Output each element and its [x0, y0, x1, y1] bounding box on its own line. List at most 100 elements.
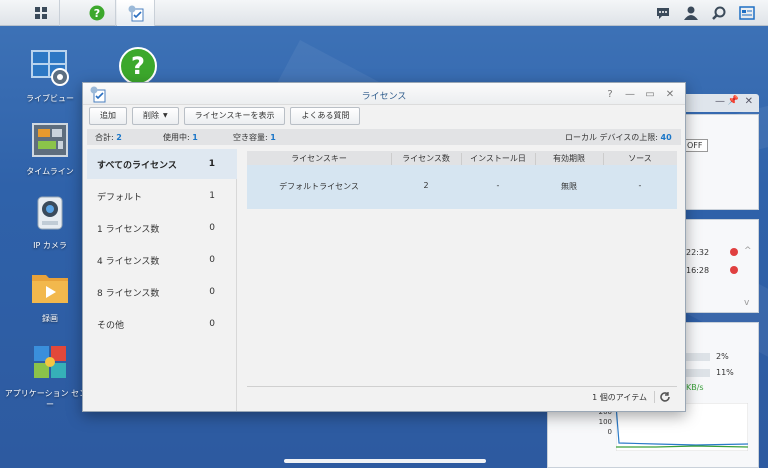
- faq-label: よくある質問: [301, 111, 350, 120]
- category-8-license[interactable]: 8 ライセンス数 0: [87, 277, 237, 307]
- category-label: すべてのライセンス: [97, 160, 177, 171]
- recording-icon: [32, 275, 68, 303]
- total-value: 2: [116, 133, 122, 142]
- category-label: デフォルト: [97, 192, 143, 203]
- desktop-icon-timeline[interactable]: タイムライン: [10, 118, 90, 177]
- in-use-count: 使用中: 1: [163, 132, 198, 143]
- widgets-icon[interactable]: [738, 4, 756, 22]
- category-4-license[interactable]: 4 ライセンス数 0: [87, 245, 237, 275]
- chevron-down-icon[interactable]: v: [744, 298, 749, 308]
- total-label: 合計:: [95, 133, 114, 142]
- column-header[interactable]: ライセンス数: [391, 153, 461, 164]
- help-icon: ?: [119, 47, 157, 85]
- help-button[interactable]: ?: [603, 87, 617, 101]
- category-label: 8 ライセンス数: [97, 288, 160, 299]
- category-count: 1: [208, 159, 215, 169]
- show-key-label: ライセンスキーを表示: [194, 111, 275, 120]
- toolbar: 追加 削除 ▼ ライセンスキーを表示 よくある質問: [89, 107, 361, 125]
- desktop-icon-ip-camera[interactable]: IP カメラ: [10, 192, 90, 251]
- category-count: 0: [209, 287, 215, 297]
- cell-license-key: デフォルトライセンス: [279, 182, 359, 191]
- ip-camera-icon: [37, 196, 63, 230]
- license-window: ライセンス ? — ▭ ✕ 追加 削除 ▼ ライセンスキーを表示 よくある質問 合…: [82, 82, 686, 412]
- delete-button[interactable]: 削除 ▼: [132, 107, 179, 125]
- desktop-icon-app-center[interactable]: アプリケーション センター: [5, 340, 95, 410]
- event-time: 22:32: [686, 248, 710, 257]
- device-limit: ローカル デバイスの上限: 40: [565, 132, 672, 143]
- minimize-button[interactable]: —: [623, 87, 637, 101]
- cell-license-count: 2: [423, 181, 429, 190]
- desktop-icon-label: IP カメラ: [33, 241, 67, 250]
- license-taskbar-button[interactable]: [117, 0, 155, 26]
- help-taskbar-button[interactable]: ?: [78, 0, 116, 26]
- event-time: 16:28: [686, 266, 710, 275]
- free-label: 空き容量:: [233, 133, 268, 142]
- close-icon[interactable]: ✕: [745, 96, 753, 107]
- desktop-icon-label: 録画: [42, 314, 58, 323]
- column-header[interactable]: ライセンスキー: [247, 153, 391, 164]
- tick-label: 100: [598, 418, 612, 426]
- desktop-icon-live-view[interactable]: ライブビュー: [10, 45, 90, 104]
- column-header[interactable]: インストール日: [461, 153, 535, 164]
- help-icon: ?: [89, 5, 104, 21]
- category-label: 4 ライセンス数: [97, 256, 160, 267]
- cell-install-date: -: [496, 181, 500, 190]
- refresh-icon[interactable]: [659, 391, 671, 403]
- apps-grid-icon: [34, 7, 47, 19]
- minus-icon[interactable]: —: [715, 96, 725, 107]
- show-license-key-button[interactable]: ライセンスキーを表示: [183, 107, 286, 125]
- pin-icon[interactable]: 📌: [728, 96, 739, 106]
- category-1-license[interactable]: 1 ライセンス数 0: [87, 213, 237, 243]
- chat-icon[interactable]: [654, 4, 672, 22]
- user-icon[interactable]: [682, 4, 700, 22]
- cpu-percent: 2%: [716, 352, 729, 361]
- chevron-up-icon[interactable]: ^: [744, 246, 752, 256]
- add-label: 追加: [100, 111, 116, 120]
- total-count: 合計: 2: [95, 132, 122, 143]
- desktop-icon-recording[interactable]: 録画: [10, 265, 90, 324]
- in-use-label: 使用中:: [163, 133, 190, 142]
- error-icon: [730, 266, 738, 274]
- license-table: ライセンスキー ライセンス数 インストール日 有効期限 ソース デフォルトライセ…: [243, 149, 679, 411]
- limit-value: 40: [660, 133, 672, 142]
- item-count: 1 個のアイテム: [592, 393, 647, 402]
- free-value: 1: [270, 133, 276, 142]
- close-button[interactable]: ✕: [663, 87, 677, 101]
- maximize-button[interactable]: ▭: [643, 87, 657, 101]
- table-footer: 1 個のアイテム: [247, 386, 677, 406]
- svg-text:?: ?: [93, 7, 99, 20]
- error-icon: [730, 248, 738, 256]
- network-unit: KB/s: [686, 383, 704, 392]
- caret-down-icon: ▼: [163, 112, 168, 119]
- desktop-icon-label: ライブビュー: [26, 94, 74, 103]
- category-label: その他: [97, 320, 125, 331]
- license-category-list: すべてのライセンス 1 デフォルト 1 1 ライセンス数 0 4 ライセンス数 0 8 …: [87, 149, 237, 411]
- free-count: 空き容量: 1: [233, 132, 276, 143]
- table-row[interactable]: デフォルトライセンス 2 - 無限 -: [247, 165, 677, 209]
- cell-expiry: 無限: [561, 182, 577, 191]
- license-icon: [128, 5, 143, 22]
- column-header[interactable]: 有効期限: [535, 153, 603, 164]
- memory-bar: [686, 369, 710, 377]
- faq-button[interactable]: よくある質問: [290, 107, 361, 125]
- search-icon[interactable]: [710, 4, 728, 22]
- memory-percent: 11%: [716, 368, 734, 377]
- home-indicator: [284, 459, 486, 463]
- table-header: ライセンスキー ライセンス数 インストール日 有効期限 ソース: [247, 151, 677, 167]
- category-all-licenses[interactable]: すべてのライセンス 1: [87, 149, 237, 179]
- category-label: 1 ライセンス数: [97, 224, 160, 235]
- column-header[interactable]: ソース: [603, 153, 677, 164]
- cpu-bar: [686, 353, 710, 361]
- category-count: 1: [209, 191, 215, 201]
- in-use-value: 1: [192, 133, 198, 142]
- category-other[interactable]: その他 0: [87, 309, 237, 339]
- category-default[interactable]: デフォルト 1: [87, 181, 237, 211]
- cell-source: -: [638, 181, 642, 190]
- timeline-icon: [32, 123, 68, 157]
- live-view-icon: [31, 50, 69, 86]
- add-button[interactable]: 追加: [89, 107, 127, 125]
- desktop-icon-label: タイムライン: [26, 167, 74, 176]
- window-title: ライセンス: [361, 92, 407, 102]
- window-title-bar[interactable]: ライセンス ? — ▭ ✕: [83, 83, 685, 105]
- main-menu-button[interactable]: [22, 0, 60, 26]
